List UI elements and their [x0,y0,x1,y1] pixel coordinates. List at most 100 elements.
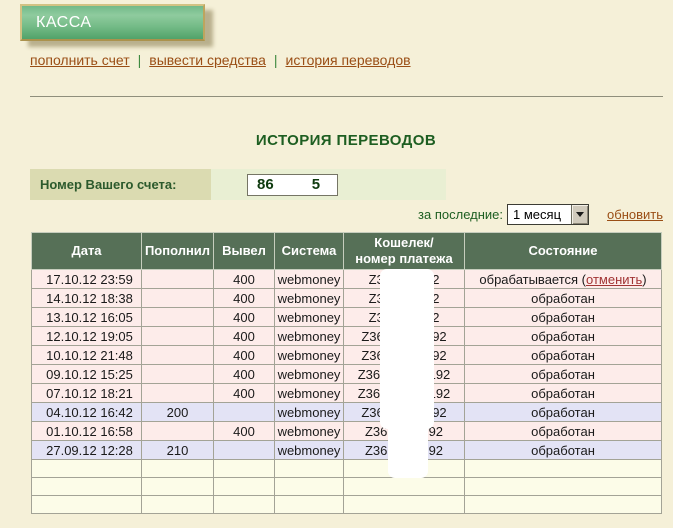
nav-link-topup[interactable]: пополнить счет [30,52,130,68]
cell-system: webmoney [275,270,344,289]
cell-deposit [142,422,214,441]
cell-deposit [142,346,214,365]
table-row: 27.09.12 12:28 210 webmoney Z36192 обраб… [32,441,662,460]
account-number-bar: Номер Вашего счета: 865 [30,169,446,200]
table-body: 17.10.12 23:59 400 webmoney Z3692 обраба… [32,270,662,514]
kassa-badge-label: КАССА [36,14,92,31]
empty-cell [142,496,214,514]
cell-system: webmoney [275,441,344,460]
cell-deposit [142,365,214,384]
cell-deposit [142,384,214,403]
period-select-button[interactable] [571,205,588,224]
refresh-link[interactable]: обновить [607,207,663,222]
table-row: 12.10.12 19:05 400 webmoney Z360192 обра… [32,327,662,346]
header-date: Дата [32,233,142,270]
history-table: Дата Пополнил Вывел Система Кошелек/ ном… [31,232,662,514]
cell-withdraw: 400 [214,422,275,441]
cell-system: webmoney [275,308,344,327]
cell-date: 12.10.12 19:05 [32,327,142,346]
account-number-input[interactable]: 865 [247,174,338,196]
empty-cell [344,478,465,496]
empty-cell [214,460,275,478]
empty-cell [142,460,214,478]
status-text-after: ) [642,272,646,287]
empty-table-row [32,496,662,514]
cell-status: обработан [465,403,662,422]
period-select-value: 1 месяц [508,207,571,222]
cell-date: 27.09.12 12:28 [32,441,142,460]
status-text: обработан [531,367,595,382]
censor-overlay [380,269,434,429]
header-deposit: Пополнил [142,233,214,270]
header-withdraw: Вывел [214,233,275,270]
nav-link-history[interactable]: история переводов [286,52,411,68]
cancel-link[interactable]: отменить [586,272,642,287]
cell-status: обработан [465,384,662,403]
cell-deposit: 210 [142,441,214,460]
period-filter-label: за последние: [418,207,503,222]
cell-status: обработан [465,346,662,365]
censor-overlay [388,418,428,478]
cell-status: обработан [465,441,662,460]
empty-cell [275,478,344,496]
header-system: Система [275,233,344,270]
cell-system: webmoney [275,384,344,403]
status-text: обрабатывается ( [479,272,586,287]
table-row: 10.10.12 21:48 400 webmoney Z366192 обра… [32,346,662,365]
empty-cell [275,496,344,514]
empty-cell [465,478,662,496]
empty-cell [344,496,465,514]
empty-table-row [32,478,662,496]
chevron-down-icon [576,212,584,217]
status-text: обработан [531,405,595,420]
cell-system: webmoney [275,346,344,365]
account-number-label: Номер Вашего счета: [30,169,211,200]
cell-system: webmoney [275,289,344,308]
status-text: обработан [531,424,595,439]
empty-cell [142,478,214,496]
account-number-suffix: 5 [312,176,320,193]
header-status: Состояние [465,233,662,270]
table-row: 01.10.12 16:58 400 webmoney Z36192 обраб… [32,422,662,441]
cell-date: 01.10.12 16:58 [32,422,142,441]
status-text: обработан [531,310,595,325]
cell-withdraw [214,403,275,422]
cell-withdraw: 400 [214,289,275,308]
table-row: 14.10.12 18:38 400 webmoney Z3692 обрабо… [32,289,662,308]
cell-date: 14.10.12 18:38 [32,289,142,308]
period-select[interactable]: 1 месяц [507,204,589,225]
cell-deposit: 200 [142,403,214,422]
page-title: ИСТОРИЯ ПЕРЕВОДОВ [31,132,661,149]
status-text: обработан [531,386,595,401]
empty-cell [32,478,142,496]
cell-deposit [142,327,214,346]
header-wallet: Кошелек/ номер платежа [344,233,465,270]
cell-status: обработан [465,422,662,441]
table-row: 07.10.12 18:21 400 webmoney Z3665192 обр… [32,384,662,403]
table-row: 09.10.12 15:25 400 webmoney Z3665192 обр… [32,365,662,384]
cell-date: 17.10.12 23:59 [32,270,142,289]
cell-deposit [142,270,214,289]
status-text: обработан [531,348,595,363]
empty-cell [32,460,142,478]
cell-status: обрабатывается (отменить) [465,270,662,289]
cell-system: webmoney [275,422,344,441]
empty-cell [214,496,275,514]
empty-cell [465,460,662,478]
account-value-cell: 865 [211,169,446,200]
cell-status: обработан [465,327,662,346]
cell-withdraw: 400 [214,346,275,365]
page: КАССА пополнить счет|вывести средства|ис… [0,0,673,528]
nav-link-withdraw[interactable]: вывести средства [149,52,266,68]
empty-table-row [32,460,662,478]
cell-withdraw: 400 [214,327,275,346]
cell-system: webmoney [275,403,344,422]
table-row: 13.10.12 16:05 400 webmoney Z3692 обрабо… [32,308,662,327]
kassa-badge: КАССА [20,4,205,41]
cell-date: 10.10.12 21:48 [32,346,142,365]
empty-cell [275,460,344,478]
empty-cell [214,478,275,496]
status-text: обработан [531,291,595,306]
cell-date: 09.10.12 15:25 [32,365,142,384]
cell-withdraw: 400 [214,308,275,327]
